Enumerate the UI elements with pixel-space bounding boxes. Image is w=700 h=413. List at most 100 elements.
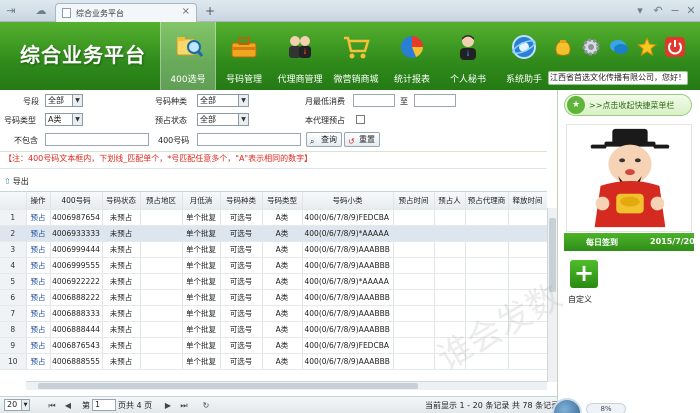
horizontal-scrollbar[interactable]: [26, 381, 547, 390]
table-row[interactable]: 9 预占 4006876543 未预占 单个批复 可选号 A类 400(0/6/7/8/9)F…: [0, 337, 547, 354]
column-header[interactable]: 400号码: [50, 192, 103, 210]
table-cell: [393, 225, 435, 242]
scroll-thumb[interactable]: [38, 383, 418, 389]
nav-item-number-management[interactable]: 号码管理: [216, 22, 272, 90]
table-row[interactable]: 4 预占 4006999555 未预占 单个批复 可选号 A类 400(0/6/7/8/9)A…: [0, 257, 547, 274]
reserve-link[interactable]: 预占: [26, 225, 51, 242]
minimize-icon[interactable]: −: [668, 4, 682, 18]
power-icon[interactable]: [664, 36, 686, 58]
reset-button[interactable]: ↺ 重置: [344, 132, 380, 147]
column-header[interactable]: 预占时间: [393, 192, 435, 210]
table-cell: [434, 337, 466, 354]
add-custom-shortcut-button[interactable]: +: [570, 260, 598, 288]
table-cell: 未预占: [102, 225, 141, 242]
column-header[interactable]: 释放时间: [508, 192, 547, 210]
current-page-input[interactable]: 1: [92, 399, 116, 411]
reserve-link[interactable]: 预占: [26, 353, 51, 370]
table-cell: 可选号: [220, 305, 263, 322]
column-header[interactable]: 号码状态: [102, 192, 141, 210]
close-window-icon[interactable]: ✕: [684, 4, 698, 18]
collapse-quick-menu-button[interactable]: ★ >>点击收起快捷菜单栏: [564, 94, 692, 116]
nav-item-statistics[interactable]: 统计报表: [384, 22, 440, 90]
number400-input[interactable]: [197, 133, 301, 146]
column-header[interactable]: 操作: [26, 192, 51, 210]
table-cell: A类: [262, 225, 303, 242]
column-header[interactable]: 月低消: [182, 192, 221, 210]
number-type-value: 全部: [200, 96, 216, 105]
exclude-input[interactable]: [45, 133, 149, 146]
reserve-link[interactable]: 预占: [26, 241, 51, 258]
toolbox-icon: [231, 37, 257, 58]
new-tab-button[interactable]: +: [203, 4, 217, 18]
table-cell: 单个批复: [182, 241, 221, 258]
browser-tab[interactable]: 综合业务平台 ×: [55, 3, 197, 22]
min-spend-to-input[interactable]: [414, 94, 456, 107]
table-row[interactable]: 1 预占 4006987654 未预占 单个批复 可选号 A类 400(0/6/7/8/9)F…: [0, 209, 547, 226]
undo-icon[interactable]: ↶: [651, 4, 665, 18]
nav-item-personal-secretary[interactable]: 个人秘书: [440, 22, 496, 90]
dropdown-icon[interactable]: ▾: [633, 4, 647, 18]
nav-label: 号码管理: [225, 75, 262, 85]
nav-item-400-select[interactable]: 400选号: [160, 22, 216, 90]
reserve-link[interactable]: 预占: [26, 289, 51, 306]
export-icon: ⇧: [4, 177, 11, 186]
table-cell: [393, 241, 435, 258]
table-row[interactable]: 5 预占 4006922222 未预占 单个批复 可选号 A类 400(0/6/7/8/9)*…: [0, 273, 547, 290]
column-header[interactable]: 预占人: [434, 192, 466, 210]
column-header[interactable]: 号码小类: [302, 192, 394, 210]
reserve-link[interactable]: 预占: [26, 273, 51, 290]
nav-item-system-assistant[interactable]: 系统助手: [496, 22, 552, 90]
reserve-link[interactable]: 预占: [26, 209, 51, 226]
table-cell: [508, 225, 547, 242]
scroll-thumb[interactable]: [549, 218, 556, 292]
column-header[interactable]: 号码类型: [262, 192, 303, 210]
daily-signin-bar[interactable]: 每日签到 2015/7/20: [564, 233, 695, 251]
star-icon[interactable]: [636, 36, 658, 58]
min-spend-from-input[interactable]: [353, 94, 395, 107]
export-button[interactable]: ⇧ 导出: [4, 176, 29, 187]
table-cell: 4006888555: [50, 353, 103, 370]
reserve-status-select[interactable]: 全部 ▼: [197, 113, 249, 126]
signin-date: 2015/7/20: [650, 237, 695, 246]
column-header[interactable]: 预占代理商: [465, 192, 509, 210]
table-cell: 可选号: [220, 289, 263, 306]
tab-close-icon[interactable]: ×: [182, 6, 190, 17]
prev-page-icon[interactable]: ◀: [62, 400, 74, 411]
table-row[interactable]: 2 预占 4006933333 未预占 单个批复 可选号 A类 400(0/6/7/8/9)*…: [0, 225, 547, 242]
cloud-icon[interactable]: ☁: [34, 4, 48, 18]
number-class-select[interactable]: A类 ▼: [45, 113, 83, 126]
money-bag-icon[interactable]: [552, 36, 574, 58]
reserve-link[interactable]: 预占: [26, 321, 51, 338]
sidebar-toggle-icon[interactable]: ⇥: [4, 4, 18, 18]
refresh-icon[interactable]: ↻: [200, 400, 212, 411]
next-page-icon[interactable]: ▶: [162, 400, 174, 411]
table-cell: 未预占: [102, 273, 141, 290]
table-row[interactable]: 8 预占 4006888444 未预占 单个批复 可选号 A类 400(0/6/7/8/9)A…: [0, 321, 547, 338]
vertical-scrollbar[interactable]: [547, 208, 557, 382]
table-cell: 可选号: [220, 337, 263, 354]
chat-icon[interactable]: [608, 36, 630, 58]
last-page-icon[interactable]: ⏭: [178, 400, 190, 411]
speed-ball-icon[interactable]: [552, 398, 582, 413]
column-header[interactable]: [0, 192, 27, 210]
gear-icon[interactable]: [580, 36, 602, 58]
reserve-link[interactable]: 预占: [26, 337, 51, 354]
segment-select[interactable]: 全部 ▼: [45, 94, 83, 107]
table-cell: [465, 273, 509, 290]
table-row[interactable]: 6 预占 4006888222 未预占 单个批复 可选号 A类 400(0/6/7/8/9)A…: [0, 289, 547, 306]
to-label: 至: [400, 97, 408, 106]
page-size-select[interactable]: 20 ▼: [4, 399, 30, 411]
reserve-link[interactable]: 预占: [26, 257, 51, 274]
table-row[interactable]: 7 预占 4006888333 未预占 单个批复 可选号 A类 400(0/6/7/8/9)A…: [0, 305, 547, 322]
number-type-select[interactable]: 全部 ▼: [197, 94, 249, 107]
first-page-icon[interactable]: ⏮: [46, 400, 58, 411]
table-row[interactable]: 10 预占 4006888555 未预占 单个批复 可选号 A类 400(0/6/7/8/9)…: [0, 353, 547, 370]
table-row[interactable]: 3 预占 4006999444 未预占 单个批复 可选号 A类 400(0/6/7/8/9)A…: [0, 241, 547, 258]
agent-reserve-checkbox[interactable]: [356, 115, 365, 124]
column-header[interactable]: 预占地区: [140, 192, 183, 210]
nav-item-agent-management[interactable]: 代理商管理: [272, 22, 328, 90]
reserve-link[interactable]: 预占: [26, 305, 51, 322]
query-button[interactable]: ⌕ 查询: [306, 132, 342, 147]
nav-item-micro-mall[interactable]: 微营销商城: [328, 22, 384, 90]
column-header[interactable]: 号码种类: [220, 192, 263, 210]
